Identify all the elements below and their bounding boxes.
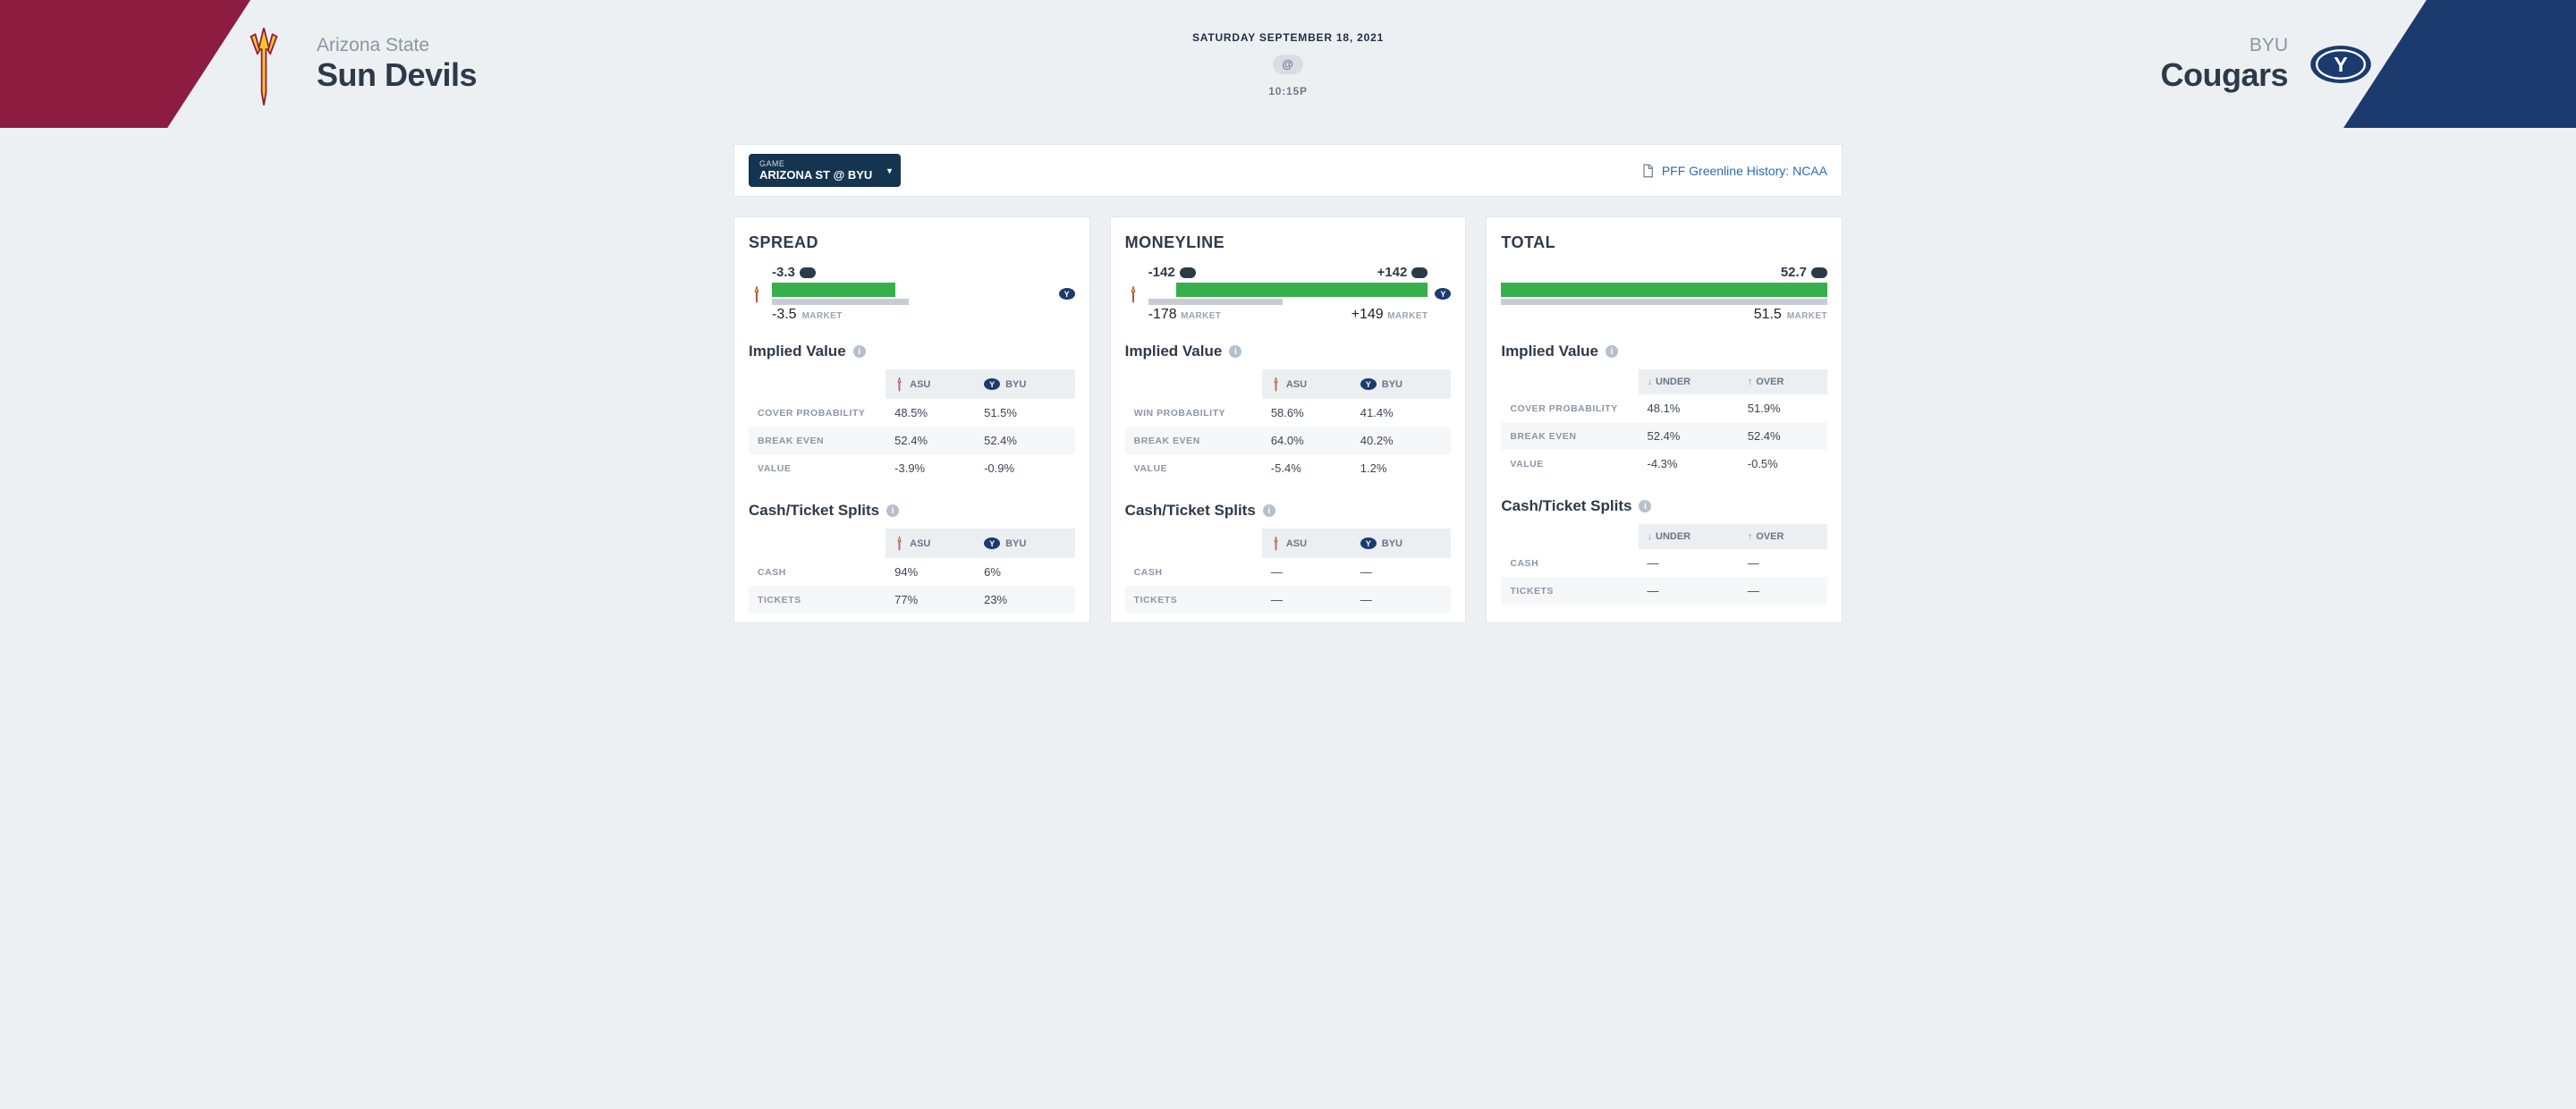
table-row: BREAK EVEN52.4% 52.4%	[1501, 422, 1827, 450]
spread-card: SPREAD -3.3 -3.5 MARKET Y Implied Value	[733, 216, 1090, 623]
moneyline-splits-header: Cash/Ticket Splitsi	[1125, 502, 1452, 520]
moneyline-card: MONEYLINE -142 +142 -178 MARKET +149 MAR…	[1110, 216, 1467, 623]
arrow-down-icon: ↓	[1648, 531, 1653, 542]
table-row: TICKETS——	[1501, 577, 1827, 605]
moneyline-implied-header: Implied Valuei	[1125, 343, 1452, 360]
toolbar: GAME ARIZONA ST @ BYU PFF Greenline Hist…	[733, 144, 1843, 197]
svg-text:Y: Y	[2334, 53, 2348, 76]
byu-mini-icon: Y	[1435, 288, 1451, 300]
spread-implied-header: Implied Valuei	[749, 343, 1075, 360]
table-row: VALUE -4.3% -0.5%	[1501, 450, 1827, 478]
arrow-up-icon: ↑	[1748, 531, 1753, 542]
info-icon[interactable]: i	[1263, 504, 1275, 517]
table-row: COVER PROBABILITY48.5%51.5%	[749, 399, 1075, 427]
total-market-value: 51.5	[1754, 307, 1782, 323]
document-icon	[1640, 164, 1655, 178]
greenline-history-link[interactable]: PFF Greenline History: NCAA	[1640, 164, 1827, 178]
total-pick-value: 52.7	[1781, 265, 1807, 280]
table-row: COVER PROBABILITY48.1%51.9%	[1501, 394, 1827, 422]
at-icon: @	[1273, 55, 1303, 74]
game-time: 10:15P	[1268, 85, 1308, 97]
game-select[interactable]: GAME ARIZONA ST @ BYU	[749, 154, 901, 187]
table-row: TICKETS——	[1125, 586, 1452, 614]
moneyline-title: MONEYLINE	[1125, 233, 1452, 252]
pff-pill-icon	[800, 267, 816, 278]
table-row: CASH 94% 6%	[749, 558, 1075, 586]
home-team: Y BYU Cougars	[2160, 0, 2372, 128]
byu-mini-icon: Y	[1059, 288, 1075, 300]
home-school: BYU	[2160, 35, 2288, 56]
arrow-down-icon: ↓	[1648, 377, 1653, 387]
pff-pill-icon	[1411, 267, 1428, 278]
game-hero: Arizona State Sun Devils SATURDAY SEPTEM…	[0, 0, 2576, 128]
spread-implied-table: ASU YBYU COVER PROBABILITY48.5%51.5% BRE…	[749, 369, 1075, 482]
total-splits-header: Cash/Ticket Splitsi	[1501, 497, 1827, 515]
game-date: SATURDAY SEPTEMBER 18, 2021	[1192, 31, 1384, 44]
spread-market-value: -3.5	[772, 307, 797, 323]
arrow-up-icon: ↑	[1748, 377, 1753, 387]
table-row: CASH — —	[1125, 558, 1452, 586]
info-icon[interactable]: i	[853, 345, 866, 358]
table-row: VALUE -3.9% -0.9%	[749, 454, 1075, 482]
moneyline-splits-table: ASU YBYU CASH — — TICKETS——	[1125, 529, 1452, 614]
info-icon[interactable]: i	[886, 504, 899, 517]
table-row: BREAK EVEN52.4% 52.4%	[749, 427, 1075, 454]
table-row: CASH — —	[1501, 549, 1827, 577]
total-implied-table: ↓UNDER ↑OVER COVER PROBABILITY48.1%51.9%…	[1501, 369, 1827, 478]
bet-cards: SPREAD -3.3 -3.5 MARKET Y Implied Value	[733, 216, 1843, 623]
spread-title: SPREAD	[749, 233, 1075, 252]
table-row: VALUE -5.4%1.2%	[1125, 454, 1452, 482]
spread-splits-table: ASU YBYU CASH 94% 6% TICKETS77%23%	[749, 529, 1075, 614]
table-row: TICKETS77%23%	[749, 586, 1075, 614]
home-nickname: Cougars	[2160, 56, 2288, 94]
spread-pick-bar: -3.3 -3.5 MARKET Y	[749, 265, 1075, 323]
asu-mini-icon	[749, 285, 765, 303]
moneyline-pick-bar: -142 +142 -178 MARKET +149 MARKET Y	[1125, 265, 1452, 323]
byu-logo-icon: Y	[2309, 24, 2372, 105]
game-select-label: GAME	[759, 159, 872, 168]
spread-splits-header: Cash/Ticket Splitsi	[749, 502, 1075, 520]
moneyline-implied-table: ASU YBYU WIN PROBABILITY 58.6%41.4% BREA…	[1125, 369, 1452, 482]
table-row: WIN PROBABILITY 58.6%41.4%	[1125, 399, 1452, 427]
info-icon[interactable]: i	[1229, 345, 1241, 358]
asu-mini-icon	[1125, 285, 1141, 303]
game-select-value: ARIZONA ST @ BYU	[759, 168, 872, 182]
pff-pill-icon	[1180, 267, 1196, 278]
table-row: BREAK EVEN64.0% 40.2%	[1125, 427, 1452, 454]
info-icon[interactable]: i	[1606, 345, 1618, 358]
total-pick-bar: 52.7 51.5 MARKET	[1501, 265, 1827, 323]
total-implied-header: Implied Valuei	[1501, 343, 1827, 360]
info-icon[interactable]: i	[1639, 500, 1651, 512]
total-card: TOTAL 52.7 51.5 MARKET Implied Valuei	[1486, 216, 1843, 623]
total-splits-table: ↓UNDER ↑OVER CASH — — TICKETS——	[1501, 524, 1827, 605]
spread-pick-value: -3.3	[772, 265, 795, 280]
pff-pill-icon	[1811, 267, 1827, 278]
total-title: TOTAL	[1501, 233, 1827, 252]
